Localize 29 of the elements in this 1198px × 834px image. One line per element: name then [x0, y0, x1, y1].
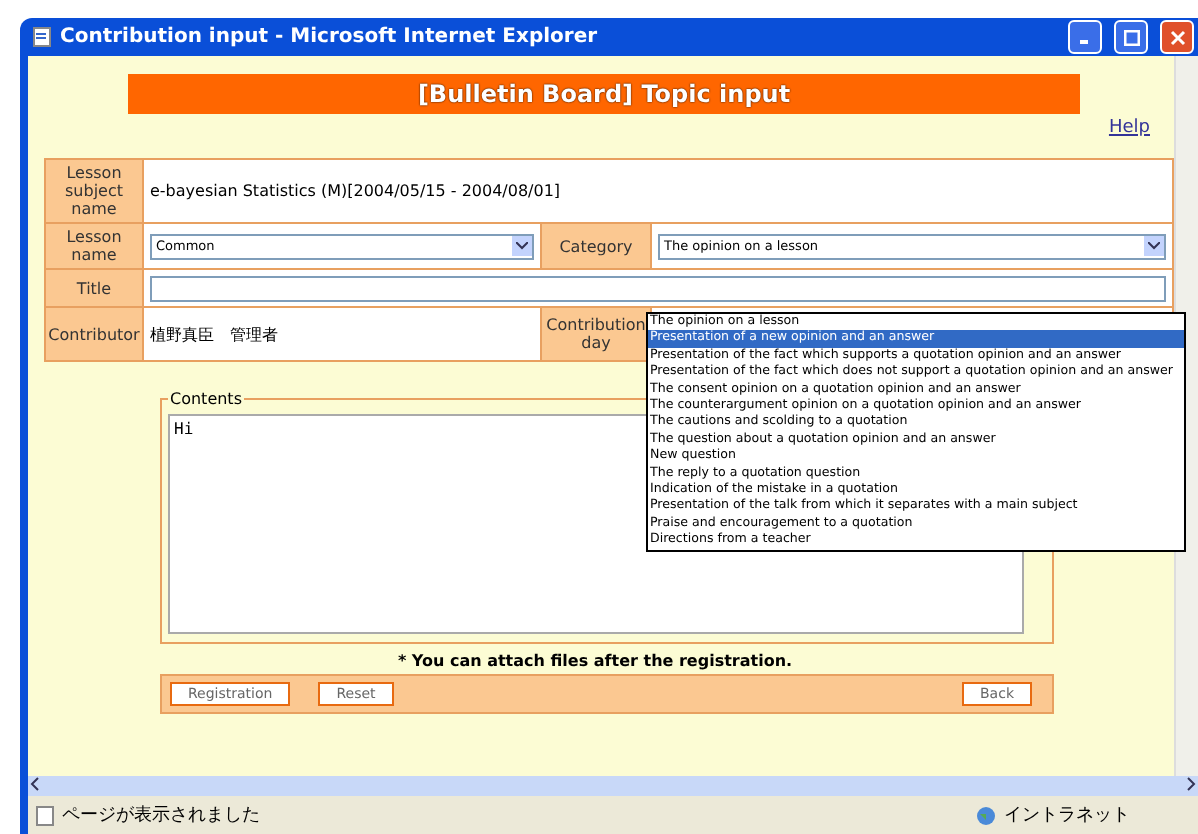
zone-label: イントラネット — [1004, 804, 1130, 828]
close-icon — [1169, 29, 1185, 45]
minimize-button[interactable] — [1068, 20, 1102, 54]
title-input[interactable] — [150, 275, 1166, 301]
maximize-icon — [1123, 29, 1139, 45]
table-cell: 植野真臣 管理者 — [144, 308, 540, 360]
field-label: Lesson subject name — [46, 160, 142, 222]
caret-icon — [1144, 236, 1164, 256]
field-label: Lesson name — [46, 224, 142, 268]
field-label: Contributor — [46, 308, 142, 360]
maximize-button[interactable] — [1114, 20, 1148, 54]
page-icon — [36, 805, 54, 825]
table-cell: e-bayesian Statistics (M)[2004/05/15 - 2004/08/01] — [144, 160, 1172, 222]
scroll-left-icon[interactable] — [28, 776, 44, 792]
field-label: Title — [46, 270, 142, 306]
page-banner: [Bulletin Board] Topic input — [128, 74, 1080, 114]
page-icon — [32, 26, 52, 48]
field-label: Category — [542, 224, 650, 268]
scroll-right-icon[interactable] — [1182, 776, 1198, 792]
window-title: Contribution input - Microsoft Internet Explorer — [60, 26, 600, 48]
help-link[interactable]: Help — [1108, 118, 1150, 146]
horizontal-scrollbar[interactable] — [28, 776, 1198, 796]
contents-legend: Contents — [168, 390, 244, 408]
status-message: ページが表示されました — [62, 803, 262, 828]
field-label: Contribution day — [542, 308, 650, 360]
caret-icon — [512, 236, 532, 256]
close-button[interactable] — [1160, 20, 1194, 54]
attach-note: * You can attach files after the registration. — [395, 652, 795, 670]
globe-icon — [976, 805, 996, 825]
